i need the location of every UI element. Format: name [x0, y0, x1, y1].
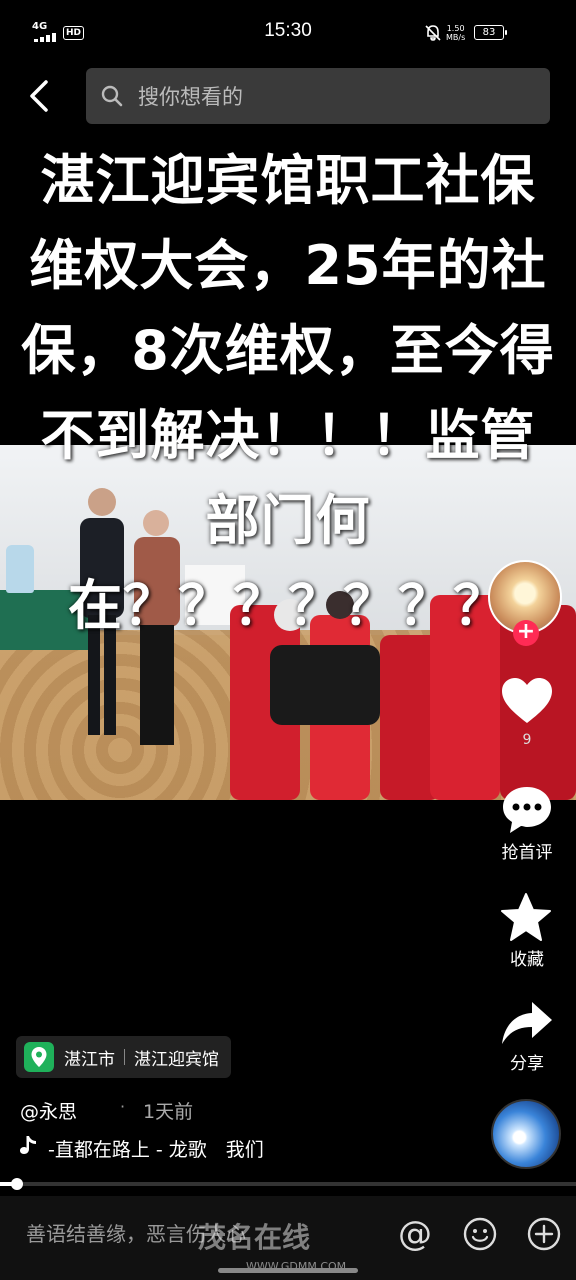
heart-icon[interactable] — [500, 676, 554, 726]
battery-tip — [505, 30, 507, 35]
mute-bell-icon — [425, 25, 441, 41]
battery-indicator: 83 — [474, 25, 504, 40]
speed-value: 1.50 — [446, 24, 465, 33]
location-city: 湛江市 — [64, 1049, 115, 1070]
speed-unit: MB/s — [446, 33, 466, 42]
location-separator — [124, 1049, 125, 1065]
home-indicator[interactable] — [218, 1268, 358, 1273]
location-pin-icon — [24, 1042, 54, 1072]
add-icon[interactable] — [526, 1216, 562, 1252]
author-name[interactable]: @永思 — [20, 1097, 77, 1124]
like-count: 9 — [522, 732, 532, 748]
comment-label: 抢首评 — [501, 843, 553, 863]
meta-separator: · — [120, 1097, 126, 1116]
progress-track[interactable] — [0, 1182, 576, 1186]
video-caption: 湛江迎宾馆职工社保维权大会，25年的社保，8次维权，至今得不到解决！！！监管部门… — [21, 149, 555, 637]
music-disc[interactable] — [491, 1099, 561, 1169]
star-icon[interactable] — [500, 892, 552, 944]
follow-button[interactable]: + — [513, 620, 539, 646]
search-icon — [101, 85, 123, 107]
favorite-label: 收藏 — [510, 950, 544, 970]
share-arrow-icon[interactable] — [500, 1000, 554, 1046]
music-title[interactable]: -直都在路上 - 龙歌 我们 — [48, 1135, 264, 1162]
status-bar: 4G HD 15:30 1.50 MB/s 83 — [0, 0, 576, 62]
search-placeholder: 搜你想看的 — [138, 85, 243, 109]
mention-icon[interactable]: @ — [398, 1214, 432, 1254]
music-note-icon — [20, 1136, 36, 1154]
back-icon[interactable] — [24, 78, 56, 114]
comment-icon[interactable] — [500, 784, 554, 836]
location-place: 湛江迎宾馆 — [134, 1049, 219, 1070]
network-speed: 1.50 MB/s — [446, 24, 465, 42]
emoji-icon[interactable] — [462, 1216, 498, 1252]
progress-knob[interactable] — [11, 1178, 24, 1190]
share-label: 分享 — [510, 1054, 544, 1074]
search-bar[interactable]: 搜你想看的 — [86, 68, 550, 124]
location-chip[interactable]: 湛江市 湛江迎宾馆 — [16, 1036, 231, 1078]
watermark-title: 茂名在线 — [198, 1221, 311, 1254]
post-time: 1天前 — [143, 1101, 194, 1123]
